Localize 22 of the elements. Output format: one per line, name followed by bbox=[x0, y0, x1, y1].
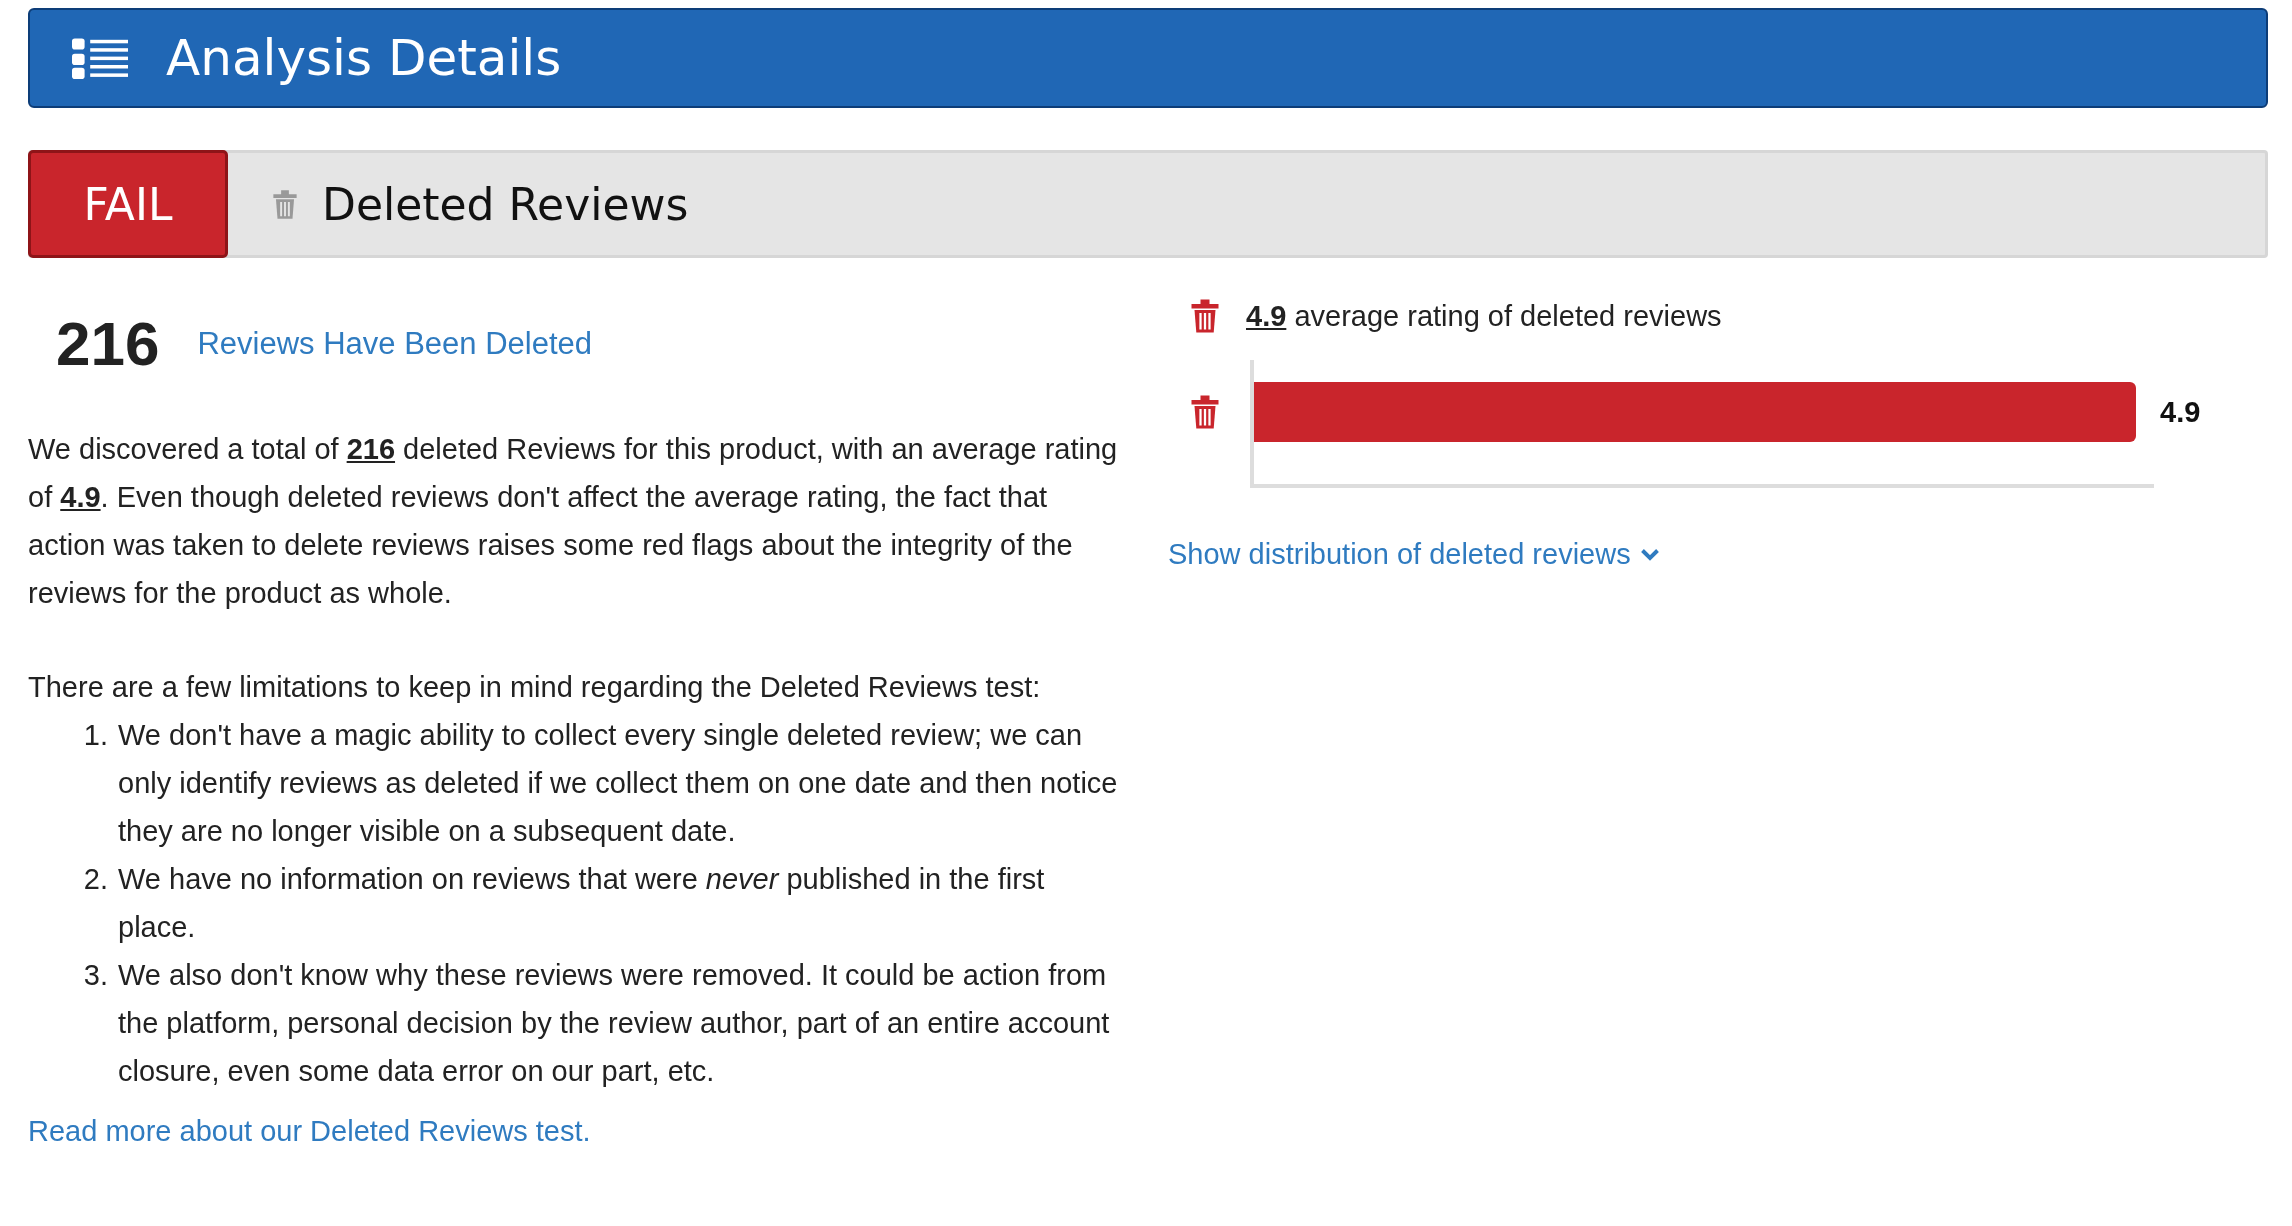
limitations-intro: There are a few limitations to keep in mind regarding the Deleted Reviews test: bbox=[28, 670, 1042, 705]
list-icon bbox=[72, 37, 128, 79]
limitation-text: We have no information on reviews that were never published in the first place. bbox=[118, 862, 1046, 945]
bar-value: 4.9 bbox=[2160, 395, 2201, 429]
list-number: 3. bbox=[82, 958, 108, 993]
deleted-label: Reviews Have Been Deleted bbox=[197, 325, 593, 362]
page-title: Analysis Details bbox=[166, 29, 562, 87]
description-paragraph: We discovered a total of 216 deleted Reviews for this product, with an average rating of 4.9. Even though deleted reviews don't affect the average rating, the fact that action was taken to delete reviews raises some red flags about the integrity of the reviews for the product as whole. bbox=[28, 432, 1118, 611]
chevron-down-icon bbox=[1640, 548, 1659, 561]
trash-icon bbox=[272, 188, 298, 220]
trash-icon bbox=[1190, 394, 1220, 430]
trash-icon bbox=[1190, 298, 1220, 334]
limitation-text: We also don't know why these reviews were removed. It could be action from the platform, personal decision by the review author, part of an entire account closure, even some data error on our part, etc. bbox=[118, 958, 1111, 1089]
average-rating-text: 4.9 average rating of deleted reviews bbox=[1246, 299, 1722, 333]
distribution-link[interactable]: Show distribution of deleted reviews bbox=[1168, 538, 1659, 571]
status-badge: FAIL bbox=[28, 150, 228, 258]
list-number: 2. bbox=[82, 862, 108, 897]
list-number: 1. bbox=[82, 718, 108, 753]
test-name: Deleted Reviews bbox=[322, 178, 689, 230]
read-more-link[interactable]: Read more about our Deleted Reviews test. bbox=[28, 1115, 591, 1148]
deleted-count: 216 bbox=[56, 308, 160, 379]
limitation-text: We don't have a magic ability to collect every single deleted review; we can only identify reviews as deleted if we collect them on one date and then notice they are no longer visible on a subsequent date. bbox=[118, 718, 1118, 849]
